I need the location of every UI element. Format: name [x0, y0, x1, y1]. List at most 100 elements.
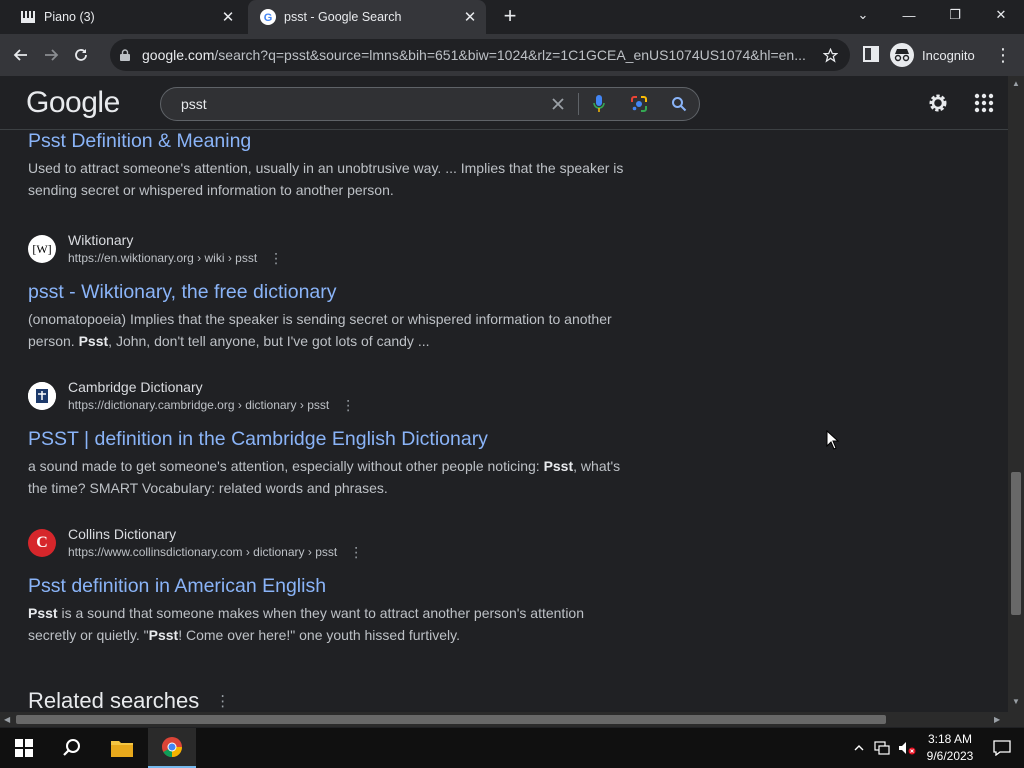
result-snippet: Used to attract someone's attention, usu… [28, 160, 624, 198]
snippet-bold: Psst [78, 333, 109, 349]
result-title-link[interactable]: PSST | definition in the Cambridge Engli… [28, 428, 628, 451]
new-tab-button[interactable]: + [499, 5, 521, 28]
url-path: /search?q=psst&source=lmns&bih=651&biw=1… [214, 47, 806, 63]
logo-letter: G [26, 86, 49, 119]
snippet-text: ! Come over here!" one youth hissed furt… [178, 627, 460, 643]
scrollbar-thumb[interactable] [16, 715, 886, 724]
google-header: Google psst [0, 76, 1008, 130]
incognito-icon [890, 43, 914, 67]
show-hidden-icons-chevron-icon[interactable] [848, 745, 870, 751]
related-searches-heading: Related searches ⋮ [28, 688, 230, 712]
more-options-icon[interactable]: ⋮ [215, 692, 230, 710]
result-source[interactable]: C Collins Dictionary https://www.collins… [28, 523, 628, 563]
more-options-icon[interactable]: ⋮ [349, 544, 363, 561]
minimize-button[interactable]: — [886, 0, 932, 30]
url-domain: google.com [142, 47, 215, 63]
scroll-down-arrow-icon[interactable]: ▼ [1012, 698, 1020, 706]
network-icon[interactable] [870, 741, 894, 755]
source-name: Cambridge Dictionary [68, 378, 203, 395]
taskbar-clock[interactable]: 3:18 AM 9/6/2023 [920, 731, 980, 765]
piano-icon [20, 9, 36, 25]
scroll-up-arrow-icon[interactable]: ▲ [1012, 80, 1020, 88]
start-button[interactable] [0, 728, 48, 768]
notification-center-icon[interactable] [980, 740, 1024, 756]
restore-button[interactable]: ❐ [932, 0, 978, 30]
source-name: Collins Dictionary [68, 525, 177, 542]
more-options-icon[interactable]: ⋮ [341, 397, 355, 414]
url-breadcrumb: https://www.collinsdictionary.com › dict… [68, 545, 338, 559]
clear-search-icon[interactable] [538, 88, 578, 120]
close-tab-icon[interactable]: ✕ [218, 7, 238, 27]
result-title-link[interactable]: Psst Definition & Meaning [28, 130, 628, 153]
vertical-scrollbar[interactable]: ▲ ▼ [1008, 76, 1024, 712]
close-window-button[interactable]: ✕ [978, 0, 1024, 30]
lens-search-icon[interactable] [619, 88, 659, 120]
source-name: Wiktionary [68, 231, 134, 248]
result-item: Cambridge Dictionary https://dictionary.… [28, 376, 628, 499]
url-breadcrumb: https://dictionary.cambridge.org › dicti… [68, 398, 330, 412]
tab-strip: Piano (3) ✕ G psst - Google Search ✕ + ⌄… [0, 0, 1024, 34]
back-button[interactable] [6, 40, 36, 70]
chrome-taskbar-icon[interactable] [148, 728, 196, 768]
settings-gear-icon[interactable] [926, 91, 950, 115]
file-explorer-icon[interactable] [98, 728, 146, 768]
window-controls: ⌄ — ❐ ✕ [840, 0, 1024, 30]
system-tray: 3:18 AM 9/6/2023 [848, 728, 1024, 768]
tab-piano[interactable]: Piano (3) ✕ [8, 0, 244, 34]
result-snippet: a sound made to get someone's attention,… [28, 455, 628, 499]
tab-title: Piano (3) [44, 10, 95, 24]
tab-search-icon[interactable]: ⌄ [840, 0, 886, 30]
scrollbar-thumb[interactable] [1011, 472, 1021, 615]
search-box[interactable]: psst [160, 87, 700, 121]
url-breadcrumb: https://en.wiktionary.org › wiki › psst [68, 251, 258, 265]
snippet-bold: Psst [28, 605, 58, 621]
scrollbar-corner [1008, 712, 1024, 727]
snippet-bold: Psst [543, 458, 574, 474]
cambridge-icon [28, 382, 56, 410]
scroll-right-arrow-icon[interactable]: ▶ [994, 715, 1002, 724]
volume-muted-icon[interactable] [894, 741, 920, 755]
result-source[interactable]: Cambridge Dictionary https://dictionary.… [28, 376, 628, 416]
address-bar[interactable]: google.com/search?q=psst&source=lmns&bih… [110, 39, 850, 71]
source-url: https://en.wiktionary.org › wiki › psst ⋮ [68, 250, 283, 267]
mouse-cursor-icon [826, 429, 840, 450]
tab-google-search[interactable]: G psst - Google Search ✕ [248, 0, 486, 34]
search-input[interactable]: psst [181, 96, 538, 112]
reload-button[interactable] [66, 40, 96, 70]
result-item: [W] Wiktionary https://en.wiktionary.org… [28, 229, 628, 352]
snippet-text: , John, don't tell anyone, but I've got … [108, 333, 430, 349]
scroll-left-arrow-icon[interactable]: ◀ [4, 715, 12, 724]
apps-grid-icon[interactable] [974, 93, 994, 113]
logo-letter: o [48, 86, 66, 119]
result-snippet: (onomatopoeia) Implies that the speaker … [28, 308, 628, 352]
incognito-label: Incognito [922, 47, 975, 63]
incognito-profile[interactable]: Incognito [890, 40, 975, 70]
horizontal-scrollbar[interactable]: ◀ ▶ [0, 712, 1008, 727]
side-panel-icon[interactable] [862, 45, 882, 65]
taskbar-search-icon[interactable] [48, 728, 96, 768]
logo-letter: o [65, 86, 82, 119]
bookmark-star-icon[interactable] [816, 47, 844, 63]
url-text: google.com/search?q=psst&source=lmns&bih… [142, 47, 816, 63]
result-snippet: Psst is a sound that someone makes when … [28, 602, 628, 646]
close-tab-icon[interactable]: ✕ [460, 7, 480, 27]
svg-text:G: G [264, 12, 273, 24]
source-url: https://dictionary.cambridge.org › dicti… [68, 397, 355, 414]
favicon-text: [W] [32, 241, 52, 256]
browser-menu-icon[interactable]: ⋮ [994, 45, 1012, 65]
more-options-icon[interactable]: ⋮ [269, 250, 283, 267]
voice-search-icon[interactable] [579, 88, 619, 120]
page-content: Google psst Psst Definition & Meaning Us… [0, 76, 1008, 712]
browser-toolbar: google.com/search?q=psst&source=lmns&bih… [0, 34, 1024, 76]
result-title-link[interactable]: Psst definition in American English [28, 575, 628, 598]
lock-icon[interactable] [120, 49, 132, 61]
result-item: Psst Definition & Meaning Used to attrac… [28, 130, 628, 201]
clock-date: 9/6/2023 [926, 749, 974, 763]
search-icon[interactable] [659, 88, 699, 120]
logo-letter: e [103, 86, 121, 119]
result-title-link[interactable]: psst - Wiktionary, the free dictionary [28, 281, 628, 304]
google-g-icon: G [260, 9, 276, 25]
forward-button[interactable] [36, 40, 66, 70]
google-logo[interactable]: Google [26, 86, 120, 120]
result-source[interactable]: [W] Wiktionary https://en.wiktionary.org… [28, 229, 628, 269]
